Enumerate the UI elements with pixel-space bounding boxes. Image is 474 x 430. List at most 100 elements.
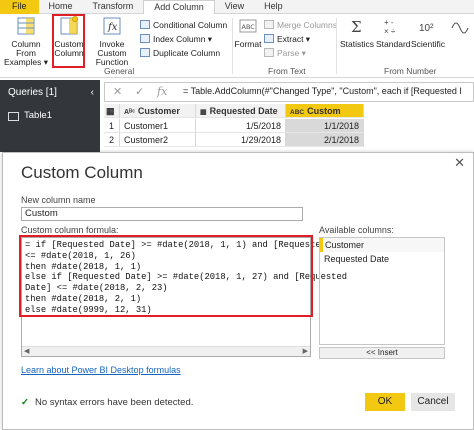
text-type-icon: Aᴮᶜ bbox=[124, 109, 135, 116]
svg-text:10²: 10² bbox=[419, 23, 434, 34]
merge-columns-button[interactable]: Merge Columns bbox=[264, 19, 337, 31]
queries-header: Queries [1] ‹ bbox=[0, 80, 100, 106]
index-column-button[interactable]: Index Column ▾ bbox=[140, 33, 212, 45]
row-number: 1 bbox=[104, 119, 120, 133]
queries-title: Queries [1] bbox=[8, 87, 57, 98]
merge-columns-label: Merge Columns bbox=[277, 20, 337, 30]
insert-button[interactable]: << Insert bbox=[319, 347, 445, 359]
custom-column-highlight bbox=[52, 14, 85, 68]
available-column-requested-date[interactable]: Requested Date bbox=[320, 252, 444, 266]
fx-icon[interactable]: fx bbox=[157, 85, 167, 98]
svg-text:ABC: ABC bbox=[242, 23, 256, 31]
tab-help[interactable]: Help bbox=[254, 0, 293, 14]
cell-custom[interactable]: 1/1/2018 bbox=[286, 119, 364, 133]
statistics-button[interactable]: Σ Statistics bbox=[340, 16, 374, 49]
column-header-label: Requested Date bbox=[209, 106, 278, 116]
svg-text:fx: fx bbox=[107, 22, 118, 33]
formula-label: Custom column formula: bbox=[21, 225, 119, 235]
from-number-group-label: From Number bbox=[384, 66, 437, 76]
column-header-customer[interactable]: Aᴮᶜ Customer bbox=[120, 104, 196, 118]
ribbon-divider bbox=[232, 18, 233, 74]
available-columns-label: Available columns: bbox=[319, 225, 394, 235]
column-header-label: Custom bbox=[307, 106, 341, 116]
formula-text[interactable]: = Table.AddColumn(#"Changed Type", "Cust… bbox=[183, 86, 462, 96]
column-header-custom[interactable]: ABC Custom bbox=[286, 104, 364, 118]
general-group-label: General bbox=[104, 66, 135, 76]
statistics-label: Statistics bbox=[340, 39, 375, 49]
index-column-icon bbox=[140, 34, 150, 43]
from-text-group-label: From Text bbox=[268, 66, 306, 76]
query-item-label: Table1 bbox=[24, 110, 52, 121]
new-column-name-input[interactable]: Custom bbox=[21, 207, 303, 221]
checkmark-icon: ✓ bbox=[21, 397, 29, 408]
scientific-label: Scientific bbox=[410, 39, 445, 49]
formula-highlight bbox=[19, 235, 313, 317]
close-icon[interactable]: ✕ bbox=[454, 155, 465, 171]
duplicate-column-label: Duplicate Column bbox=[153, 48, 221, 58]
confirm-formula-icon[interactable]: ✓ bbox=[135, 85, 144, 98]
cell-requested-date[interactable]: 1/5/2018 bbox=[196, 119, 286, 133]
table-row[interactable]: 2 Customer2 1/29/2018 2/1/2018 bbox=[104, 133, 364, 147]
cancel-button[interactable]: Cancel bbox=[411, 393, 455, 411]
formula-bar-buttons: ✕ ✓ fx bbox=[105, 83, 179, 101]
grid-corner[interactable]: ▦ bbox=[104, 104, 120, 118]
syntax-status-text: No syntax errors have been detected. bbox=[34, 397, 194, 408]
column-from-examples-button[interactable]: Column From Examples ▾ bbox=[2, 16, 50, 67]
cell-customer[interactable]: Customer1 bbox=[120, 119, 196, 133]
formula-horizontal-scrollbar[interactable]: ◀ ▶ bbox=[22, 346, 310, 356]
duplicate-column-icon bbox=[140, 48, 150, 57]
grid-header-row: ▦ Aᴮᶜ Customer ▦ Requested Date ABC Custom bbox=[104, 104, 364, 118]
tab-add-column[interactable]: Add Column bbox=[143, 0, 215, 15]
ribbon-tabs: File Home Transform Add Column View Help bbox=[0, 0, 474, 15]
scientific-icon: 10² bbox=[419, 23, 434, 34]
any-type-icon: ABC bbox=[290, 109, 305, 116]
standard-operators-icon: + -× ÷ bbox=[384, 18, 396, 36]
scroll-right-icon[interactable]: ▶ bbox=[303, 347, 308, 355]
tab-transform[interactable]: Transform bbox=[83, 0, 144, 14]
conditional-column-icon bbox=[140, 20, 150, 29]
trigonometry-icon bbox=[451, 22, 469, 34]
available-column-customer[interactable]: Customer bbox=[320, 238, 444, 252]
column-header-requested-date[interactable]: ▦ Requested Date bbox=[196, 104, 286, 118]
format-label: Format bbox=[234, 39, 262, 49]
cancel-formula-icon[interactable]: ✕ bbox=[113, 85, 122, 98]
column-from-examples-label: Column From Examples ▾ bbox=[4, 39, 48, 67]
query-item-table1[interactable]: Table1 bbox=[0, 106, 100, 126]
duplicate-column-button[interactable]: Duplicate Column bbox=[140, 47, 220, 59]
queries-pane: Queries [1] ‹ Table1 bbox=[0, 80, 100, 152]
trigonometry-button[interactable] bbox=[448, 16, 472, 40]
syntax-status: ✓ No syntax errors have been detected. bbox=[21, 397, 193, 408]
parse-icon bbox=[264, 48, 274, 57]
sigma-icon: Σ bbox=[351, 18, 362, 36]
scroll-left-icon[interactable]: ◀ bbox=[24, 347, 29, 355]
extract-button[interactable]: Extract ▾ bbox=[264, 33, 310, 45]
dialog-title: Custom Column bbox=[21, 163, 143, 182]
column-from-examples-icon bbox=[17, 17, 35, 35]
invoke-custom-function-button[interactable]: fx Invoke Custom Function bbox=[86, 16, 138, 67]
learn-formulas-link[interactable]: Learn about Power BI Desktop formulas bbox=[21, 365, 181, 375]
conditional-column-button[interactable]: Conditional Column bbox=[140, 19, 227, 31]
custom-column-dialog: ✕ Custom Column New column name Custom C… bbox=[2, 152, 474, 430]
standard-button[interactable]: + - × ÷ Standard bbox=[376, 16, 411, 49]
cell-customer[interactable]: Customer2 bbox=[120, 133, 196, 147]
row-number: 2 bbox=[104, 133, 120, 147]
scientific-button[interactable]: 10² Scientific bbox=[410, 16, 446, 49]
available-columns-list[interactable]: Customer Requested Date bbox=[319, 237, 445, 345]
collapse-icon[interactable]: ‹ bbox=[91, 80, 94, 106]
cell-requested-date[interactable]: 1/29/2018 bbox=[196, 133, 286, 147]
format-button[interactable]: ABC Format bbox=[234, 16, 262, 49]
conditional-column-label: Conditional Column bbox=[153, 20, 228, 30]
extract-label: Extract ▾ bbox=[277, 34, 311, 44]
data-grid: ▦ Aᴮᶜ Customer ▦ Requested Date ABC Custom … bbox=[104, 104, 364, 150]
ok-button[interactable]: OK bbox=[365, 393, 405, 411]
column-header-label: Customer bbox=[137, 106, 180, 116]
cell-custom[interactable]: 2/1/2018 bbox=[286, 133, 364, 147]
parse-label: Parse ▾ bbox=[277, 48, 306, 58]
parse-button[interactable]: Parse ▾ bbox=[264, 47, 306, 59]
table-row[interactable]: 1 Customer1 1/5/2018 1/1/2018 bbox=[104, 119, 364, 133]
tab-file[interactable]: File bbox=[0, 0, 39, 14]
tab-view[interactable]: View bbox=[215, 0, 254, 14]
date-type-icon: ▦ bbox=[200, 109, 207, 116]
tab-home[interactable]: Home bbox=[39, 0, 83, 14]
format-icon: ABC bbox=[239, 19, 257, 33]
